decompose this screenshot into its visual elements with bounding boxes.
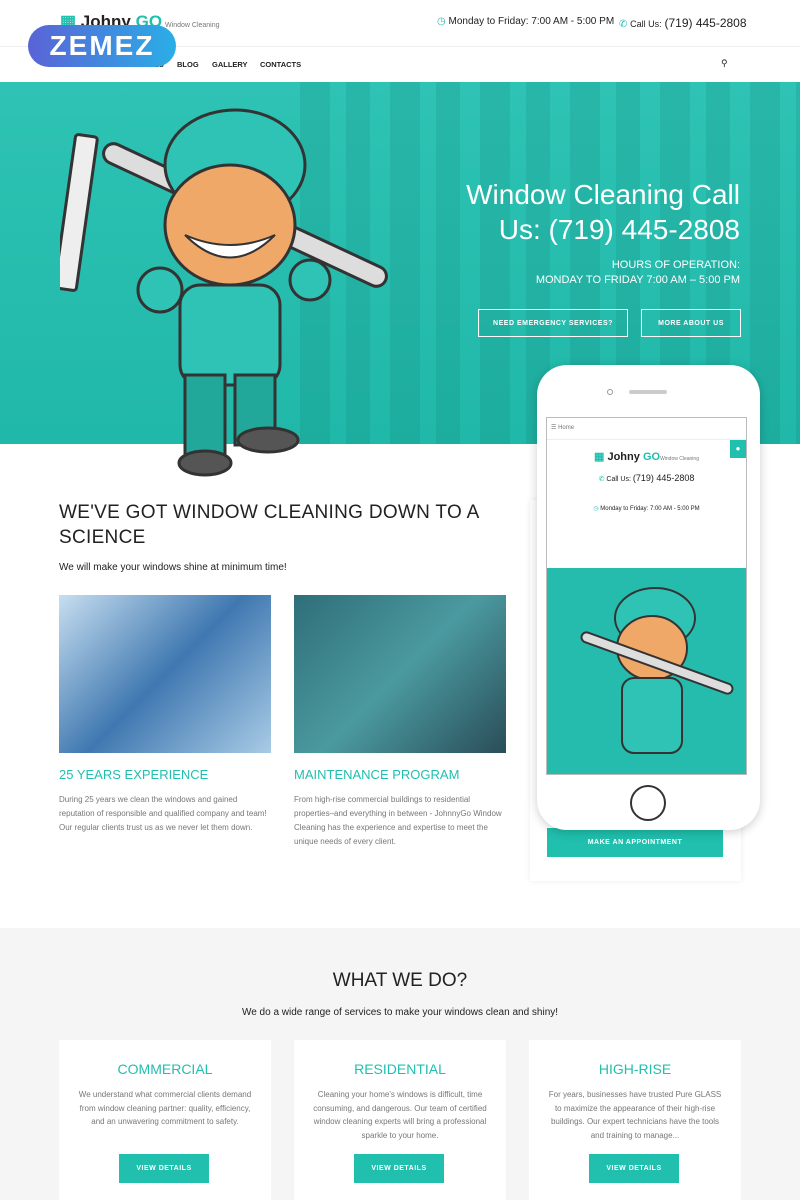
feature-title: 25 YEARS EXPERIENCE [59, 767, 209, 782]
header-phone[interactable]: ✆ Call Us: (719) 445-2808 [619, 16, 747, 30]
phone-screen: ☰ Home ● ▦ Johny GOWindow Cleaning ✆ Cal… [546, 417, 747, 775]
feature-title: MAINTENANCE PROGRAM [294, 767, 460, 782]
service-card-commercial: COMMERCIAL We understand what commercial … [59, 1040, 271, 1200]
home-button [630, 785, 666, 821]
hero-title: Window Cleaning Call Us: (719) 445-2808 [466, 179, 740, 245]
phone-mockup: ☰ Home ● ▦ Johny GOWindow Cleaning ✆ Cal… [537, 365, 760, 830]
feature-text: From high-rise commercial buildings to r… [294, 795, 502, 846]
hero-hours: HOURS OF OPERATION: MONDAY TO FRIDAY 7:00… [535, 259, 740, 286]
feature-text: During 25 years we clean the windows and… [59, 795, 267, 832]
header-hours: ◷ Monday to Friday: 7:00 AM - 5:00 PM [437, 16, 615, 27]
service-card-high-rise: HIGH-RISE For years, businesses have trus… [529, 1040, 741, 1200]
clock-icon: ◷ [437, 16, 446, 27]
nav-gallery[interactable]: GALLERY [212, 60, 248, 69]
service-card-residential: RESIDENTIAL Cleaning your home's windows … [294, 1040, 506, 1200]
section-title: WE'VE GOT WINDOW CLEANING DOWN TO A SCIE… [59, 502, 479, 548]
view-details-button[interactable]: VIEW DETAILS [589, 1154, 679, 1183]
photo-window-washer [294, 595, 506, 753]
user-icon[interactable]: ● [730, 440, 746, 458]
more-about-us-button[interactable]: MORE ABOUT US [641, 309, 741, 337]
view-details-button[interactable]: VIEW DETAILS [119, 1154, 209, 1183]
mobile-logo: ▦ Johny GOWindow Cleaning [594, 451, 699, 463]
emergency-services-button[interactable]: NEED EMERGENCY SERVICES? [478, 309, 628, 337]
zemez-watermark: ZEMEZ [28, 25, 176, 67]
menu-icon[interactable]: ☰ [551, 425, 556, 431]
search-icon[interactable]: ⚲ [721, 58, 728, 69]
services-subtitle: We do a wide range of services to make y… [241, 1007, 559, 1018]
phone-icon: ✆ [619, 19, 628, 30]
view-details-button[interactable]: VIEW DETAILS [354, 1154, 444, 1183]
mobile-hero [547, 568, 746, 774]
section-lead: We will make your windows shine at minim… [59, 562, 287, 573]
mascot-illustration [60, 108, 388, 477]
nav-contacts[interactable]: CONTACTS [260, 60, 301, 69]
make-appointment-button[interactable]: MAKE AN APPOINTMENT [547, 828, 723, 857]
photo-glass-building-workers [59, 595, 271, 753]
services-title: WHAT WE DO? [332, 970, 468, 991]
nav-blog[interactable]: BLOG [177, 60, 199, 69]
